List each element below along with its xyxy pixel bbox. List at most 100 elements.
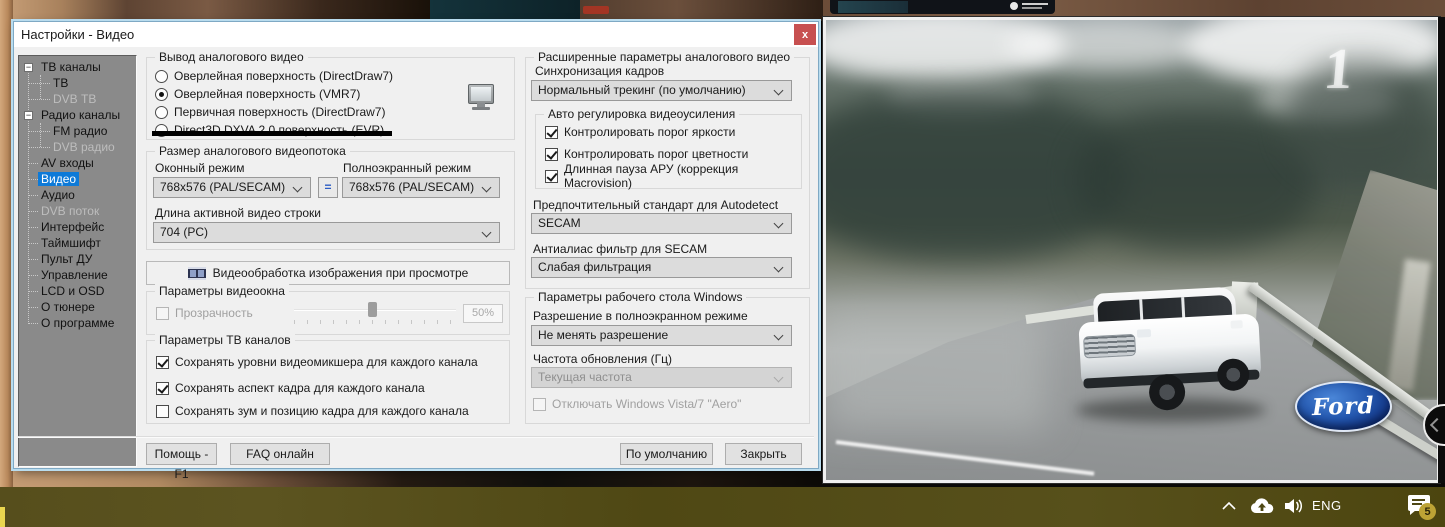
- chroma-threshold-checkbox[interactable]: Контролировать порог цветности: [545, 146, 748, 162]
- group-title: Вывод аналогового видео: [155, 50, 308, 64]
- window-mode-label: Оконный режим: [155, 161, 245, 175]
- defaults-button[interactable]: По умолчанию: [620, 443, 713, 465]
- radio-directdraw7[interactable]: Оверлейная поверхность (DirectDraw7): [155, 68, 393, 84]
- video-processing-button[interactable]: Видеообработка изображения при просмотре: [146, 261, 510, 285]
- tv-params-group: Параметры ТВ каналов Сохранять уровни ви…: [146, 340, 510, 424]
- car-mirror: [1230, 320, 1242, 329]
- group-title: Параметры ТВ каналов: [155, 333, 295, 347]
- close-dialog-button[interactable]: Закрыть: [725, 443, 802, 465]
- slider-ticks: [294, 320, 456, 324]
- resolution-select[interactable]: Не менять разрешение: [531, 325, 792, 346]
- fullscreen-mode-select[interactable]: 768x576 (PAL/SECAM): [342, 177, 500, 198]
- sidebar-item-fm-radio[interactable]: FM радио: [19, 123, 136, 139]
- radio-vmr7[interactable]: Оверлейная поверхность (VMR7): [155, 86, 360, 102]
- autodetect-label: Предпочтительный стандарт для Autodetect: [533, 198, 778, 212]
- window-mode-select[interactable]: 768x576 (PAL/SECAM): [153, 177, 311, 198]
- film-strip-icon: [188, 267, 206, 280]
- sidebar-item-tv[interactable]: ТВ: [19, 75, 136, 91]
- sidebar-item-video[interactable]: Видео: [19, 171, 136, 187]
- save-aspect-checkbox[interactable]: Сохранять аспект кадра для каждого канал…: [156, 380, 425, 396]
- autodetect-select[interactable]: SECAM: [531, 213, 792, 234]
- radio-icon[interactable]: [155, 106, 168, 119]
- sidebar-item-about-program[interactable]: О программе: [19, 315, 136, 331]
- window-title: Настройки - Видео: [21, 27, 134, 42]
- help-button[interactable]: Помощь - F1: [146, 443, 217, 465]
- ford-logo: Ford: [1295, 381, 1392, 432]
- transparency-value: 50%: [463, 304, 503, 323]
- sidebar-item-radio-channels[interactable]: − Радио каналы: [19, 107, 136, 123]
- save-mixer-checkbox[interactable]: Сохранять уровни видеомикшера для каждог…: [156, 354, 478, 370]
- sidebar-item-remote[interactable]: Пульт ДУ: [19, 251, 136, 267]
- resolution-label: Разрешение в полноэкранном режиме: [533, 309, 748, 323]
- video-window-group: Параметры видеоокна Прозрачность 50%: [146, 291, 510, 335]
- phone-avatar: [1010, 2, 1018, 10]
- onedrive-cloud-icon[interactable]: [1250, 498, 1274, 514]
- sidebar-item-av-inputs[interactable]: AV входы: [19, 155, 136, 171]
- group-title: Расширенные параметры аналогового видео: [534, 50, 794, 64]
- car-wheel: [1148, 373, 1186, 411]
- sidebar-item-control[interactable]: Управление: [19, 267, 136, 283]
- close-button[interactable]: x: [794, 24, 816, 45]
- sidebar-item-lcd-osd[interactable]: LCD и OSD: [19, 283, 136, 299]
- footer-separator: [18, 436, 814, 438]
- antialias-label: Антиалиас фильтр для SECAM: [533, 242, 707, 256]
- checkbox-icon[interactable]: [156, 405, 169, 418]
- analog-output-group: Вывод аналогового видео Оверлейная повер…: [146, 57, 515, 140]
- desktop-phone-top: [430, 0, 580, 21]
- checkbox-checked-icon[interactable]: [156, 382, 169, 395]
- desktop-phone-detail: [583, 6, 609, 14]
- sidebar-item-timeshift[interactable]: Таймшифт: [19, 235, 136, 251]
- phone-text-line: [1022, 7, 1042, 9]
- language-indicator[interactable]: ENG: [1312, 498, 1342, 513]
- collapse-icon[interactable]: −: [24, 111, 33, 120]
- equals-button[interactable]: =: [318, 177, 338, 198]
- checkbox-checked-icon[interactable]: [545, 170, 558, 183]
- radio-icon[interactable]: [155, 70, 168, 83]
- desktop-bottom-strip: [13, 471, 823, 487]
- checkbox-icon[interactable]: [156, 307, 169, 320]
- desktop-left-strip: [0, 0, 13, 487]
- radio-selected-icon[interactable]: [155, 88, 168, 101]
- taskbar[interactable]: ENG 0:01 06.03.2018: [0, 487, 1445, 527]
- sync-select[interactable]: Нормальный трекинг (по умолчанию): [531, 80, 792, 101]
- agc-pause-checkbox[interactable]: Длинная пауза АРУ (коррекция Macrovision…: [545, 168, 801, 184]
- group-title: Размер аналогового видеопотока: [155, 144, 350, 158]
- car-wheel: [1216, 358, 1250, 392]
- sidebar-item-tv-channels[interactable]: − ТВ каналы: [19, 59, 136, 75]
- checkbox-icon: [533, 398, 546, 411]
- phone-screen: [838, 1, 908, 13]
- transparency-slider[interactable]: [294, 301, 456, 325]
- fullscreen-mode-label: Полноэкранный режим: [343, 161, 471, 175]
- checkbox-checked-icon[interactable]: [156, 356, 169, 369]
- checkbox-checked-icon[interactable]: [545, 148, 558, 161]
- screen: Настройки - Видео x − ТВ каналы ТВ DVB Т…: [0, 0, 1445, 527]
- sidebar-item-about-tuner[interactable]: О тюнере: [19, 299, 136, 315]
- sidebar-item-dvb-tv: DVB ТВ: [19, 91, 136, 107]
- tray-expand-icon[interactable]: [1222, 501, 1236, 510]
- save-zoom-checkbox[interactable]: Сохранять зум и позицию кадра для каждог…: [156, 403, 469, 419]
- sidebar-item-dvb-radio: DVB радио: [19, 139, 136, 155]
- refresh-select: Текущая частота: [531, 367, 792, 388]
- volume-icon[interactable]: [1284, 498, 1304, 514]
- group-title: Параметры рабочего стола Windows: [534, 290, 746, 304]
- titlebar[interactable]: Настройки - Видео: [14, 22, 818, 48]
- brightness-threshold-checkbox[interactable]: Контролировать порог яркости: [545, 124, 735, 140]
- aero-checkbox: Отключать Windows Vista/7 "Aero": [533, 396, 741, 412]
- active-line-select[interactable]: 704 (PC): [153, 222, 500, 243]
- sidebar-item-interface[interactable]: Интерфейс: [19, 219, 136, 235]
- channel-one-watermark: 1: [1321, 40, 1355, 98]
- sidebar-item-dvb-stream: DVB поток: [19, 203, 136, 219]
- sidebar-item-audio[interactable]: Аудио: [19, 187, 136, 203]
- collapse-icon[interactable]: −: [24, 63, 33, 72]
- refresh-label: Частота обновления (Гц): [533, 352, 672, 366]
- checkbox-checked-icon[interactable]: [545, 126, 558, 139]
- faq-button[interactable]: FAQ онлайн: [230, 443, 330, 465]
- slider-thumb[interactable]: [368, 302, 377, 317]
- antialias-select[interactable]: Слабая фильтрация: [531, 257, 792, 278]
- monitor-icon: [468, 84, 494, 104]
- mountain: [1286, 60, 1436, 180]
- transparency-checkbox[interactable]: Прозрачность: [156, 305, 253, 321]
- radio-primary-surface[interactable]: Первичная поверхность (DirectDraw7): [155, 104, 385, 120]
- fog: [826, 310, 1046, 430]
- video-preview-window[interactable]: Ford 1: [823, 17, 1440, 483]
